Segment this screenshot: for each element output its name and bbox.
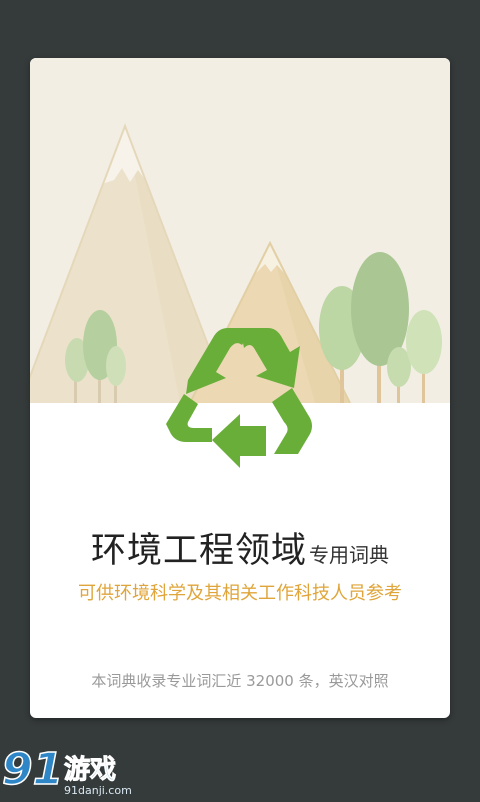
watermark-url: 91danji.com	[64, 784, 132, 797]
app-footnote: 本词典收录专业词汇近 32000 条，英汉对照	[91, 672, 389, 690]
app-subtitle: 可供环境科学及其相关工作科技人员参考	[78, 583, 402, 604]
recycle-icon	[166, 328, 312, 468]
app-title: 环境工程领域 专用词典	[30, 522, 450, 573]
watermark-logo: 91 游戏 91danji.com	[1, 740, 142, 798]
splash-card: 环境工程领域 专用词典 可供环境科学及其相关工作科技人员参考 本词典收录专业词汇近…	[30, 58, 450, 718]
watermark-number: 91	[2, 744, 63, 795]
watermark-game-text: 游戏	[64, 755, 116, 785]
title-main: 环境工程领域	[90, 531, 307, 571]
title-suffix: 专用词典	[309, 543, 389, 567]
